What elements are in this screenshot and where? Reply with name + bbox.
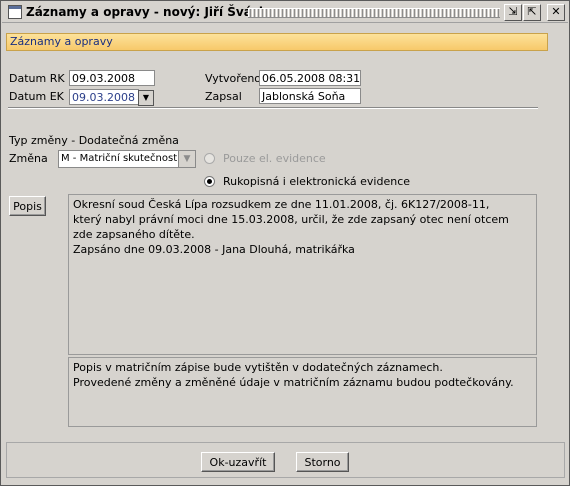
dialog-window: Záznamy a opravy - nový: Jiří Švácha ⇲ ⇱… bbox=[0, 0, 570, 486]
title-bar[interactable]: Záznamy a opravy - nový: Jiří Švácha ⇲ ⇱… bbox=[2, 2, 568, 23]
separator bbox=[8, 107, 538, 109]
storno-button[interactable]: Storno bbox=[296, 452, 349, 472]
radio-pouze-label: Pouze el. evidence bbox=[223, 152, 326, 165]
typ-zmeny-label: Typ změny - Dodatečná změna bbox=[9, 134, 179, 147]
datum-ek-label: Datum EK bbox=[9, 90, 64, 103]
zmena-label: Změna bbox=[9, 152, 48, 165]
note-text: Popis v matričním zápise bude vytištěn v… bbox=[68, 357, 537, 427]
button-bar bbox=[6, 442, 565, 478]
popis-button[interactable]: Popis bbox=[9, 196, 46, 216]
datum-rk-label: Datum RK bbox=[9, 72, 65, 85]
datum-rk-field[interactable]: 09.03.2008 bbox=[69, 70, 155, 86]
zmena-select[interactable]: M - Matriční skutečnost ▼ bbox=[58, 150, 196, 168]
datum-ek-dropdown-icon[interactable]: ▼ bbox=[138, 90, 154, 106]
datum-ek-field[interactable]: 09.03.2008 bbox=[69, 89, 139, 105]
popis-textarea[interactable]: Okresní soud Česká Lípa rozsudkem ze dne… bbox=[68, 194, 537, 355]
minimize-icon[interactable]: ⇲ bbox=[504, 4, 522, 21]
chevron-down-icon[interactable]: ▼ bbox=[178, 151, 195, 167]
ok-close-button[interactable]: Ok-uzavřít bbox=[201, 452, 275, 472]
zapsal-field: Jablonská Soňa bbox=[259, 88, 361, 104]
vytvoreno-label: Vytvořeno bbox=[205, 72, 262, 85]
vytvoreno-field: 06.05.2008 08:31 bbox=[259, 70, 361, 86]
radio-pouze-el-evidence bbox=[204, 153, 215, 164]
title-bar-grip bbox=[248, 8, 500, 18]
window-title: Záznamy a opravy - nový: Jiří Švácha bbox=[26, 5, 276, 19]
zmena-select-value: M - Matriční skutečnost bbox=[61, 153, 178, 164]
close-icon[interactable]: ✕ bbox=[547, 4, 565, 21]
radio-rukopisna[interactable] bbox=[204, 176, 215, 187]
zapsal-label: Zapsal bbox=[205, 90, 242, 103]
maximize-icon[interactable]: ⇱ bbox=[523, 4, 541, 21]
window-icon bbox=[8, 5, 22, 19]
panel-header: Záznamy a opravy bbox=[6, 33, 548, 51]
radio-rukopisna-label[interactable]: Rukopisná i elektronická evidence bbox=[223, 175, 410, 188]
